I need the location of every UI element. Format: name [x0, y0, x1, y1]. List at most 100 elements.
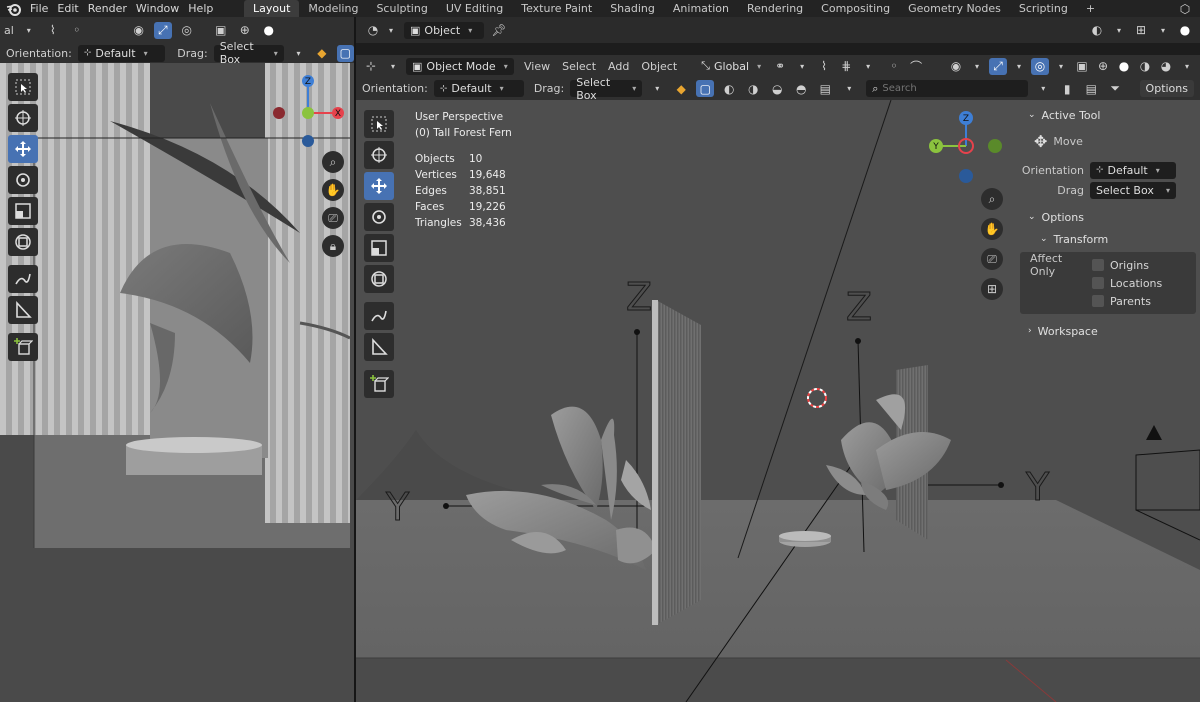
neg-x-axis-handle[interactable]	[273, 107, 285, 119]
chevron-down-icon[interactable]: ▾	[968, 58, 986, 75]
chevron-down-icon[interactable]: ▾	[290, 45, 307, 62]
snap-icon[interactable]: ⌇	[815, 58, 833, 75]
transform-tool[interactable]	[8, 228, 38, 256]
options-dropdown[interactable]: Options	[1139, 80, 1194, 97]
drag-dropdown[interactable]: Select Box ▾	[570, 76, 643, 102]
snap-icon[interactable]: ⌇	[44, 22, 62, 39]
xray-icon[interactable]: ▣	[212, 22, 230, 39]
select-extend-icon[interactable]: ◐	[720, 80, 738, 97]
tab-compositing[interactable]: Compositing	[812, 0, 899, 17]
menu-object[interactable]: Object	[641, 60, 677, 73]
left-navigation-gizmo[interactable]: Z X	[268, 73, 352, 157]
xray-icon[interactable]: ▣	[1073, 58, 1091, 75]
object-dropdown[interactable]: ▣ Object ▾	[404, 21, 484, 39]
falloff-icon[interactable]: ⌒	[907, 58, 925, 75]
menu-help[interactable]: Help	[188, 2, 222, 15]
zoom-icon[interactable]: ⌕	[322, 151, 344, 173]
pin-icon[interactable]: 📌︎	[490, 22, 508, 39]
chevron-down-icon[interactable]: ▾	[859, 58, 877, 75]
cursor-tool[interactable]	[8, 104, 38, 132]
scene-icon[interactable]: ⬡	[1176, 0, 1194, 17]
menu-render[interactable]: Render	[88, 2, 136, 15]
gizmo-toggle-icon[interactable]: ⤢	[989, 57, 1007, 75]
gizmo-toggle-icon[interactable]: ⤢	[153, 21, 172, 39]
filter-icon[interactable]: ◐	[1088, 22, 1106, 39]
chevron-down-icon[interactable]: ▾	[1110, 22, 1128, 39]
scale-tool[interactable]	[364, 234, 394, 262]
rotate-tool[interactable]	[8, 166, 38, 194]
annotate-tool[interactable]	[364, 302, 394, 330]
tab-scripting[interactable]: Scripting	[1010, 0, 1077, 17]
transform-orientation-dropdown[interactable]: ⤡ Global ▾	[695, 58, 767, 75]
chevron-down-icon[interactable]: ▾	[1010, 58, 1028, 75]
transform-subsection-header[interactable]: ⌄ Transform	[1020, 228, 1196, 250]
editor-type-icon[interactable]: ⊹	[362, 58, 380, 75]
shading-rendered-icon[interactable]: ◕	[1157, 58, 1175, 75]
tab-modeling[interactable]: Modeling	[299, 0, 367, 17]
cursor-tool[interactable]	[364, 141, 394, 169]
neg-y-axis-handle[interactable]	[988, 139, 1002, 153]
menu-edit[interactable]: Edit	[57, 2, 87, 15]
move-tool[interactable]	[364, 172, 394, 200]
menu-view[interactable]: View	[524, 60, 550, 73]
select-intersect-icon[interactable]: ◓	[792, 80, 810, 97]
tab-uv-editing[interactable]: UV Editing	[437, 0, 512, 17]
menu-file[interactable]: File	[30, 2, 57, 15]
pan-hand-icon[interactable]: ✋	[981, 218, 1003, 240]
chevron-down-icon[interactable]: ▾	[20, 22, 38, 39]
drag-dropdown[interactable]: Select Box ▾	[1090, 181, 1176, 199]
active-tool-header[interactable]: ⌄ Active Tool	[1020, 104, 1196, 126]
move-tool[interactable]	[8, 135, 38, 163]
pivot-icon[interactable]: ⚭	[771, 58, 789, 75]
shading-solid-icon[interactable]: ●	[1115, 58, 1133, 75]
neg-z-axis-handle[interactable]	[302, 135, 314, 147]
shading-wire-icon[interactable]: ⊕	[236, 22, 254, 39]
main-navigation-gizmo[interactable]: Z Y	[926, 108, 1010, 192]
locations-checkbox[interactable]	[1092, 277, 1104, 289]
tab-layout[interactable]: Layout	[244, 0, 300, 17]
chevron-down-icon[interactable]: ▾	[793, 58, 811, 75]
selectability-icon[interactable]: ◆	[672, 80, 690, 97]
chevron-down-icon[interactable]: ▾	[382, 22, 400, 39]
select-invert-icon[interactable]: ◒	[768, 80, 786, 97]
proportional-edit-icon[interactable]: ◦	[68, 22, 86, 39]
pan-hand-icon[interactable]: ✋	[322, 179, 344, 201]
snap-target-icon[interactable]: ⋕	[837, 58, 855, 75]
chevron-down-icon[interactable]: ▾	[1154, 22, 1172, 39]
tab-animation[interactable]: Animation	[664, 0, 738, 17]
menu-window[interactable]: Window	[136, 2, 188, 15]
scale-tool[interactable]	[8, 197, 38, 225]
drag-dropdown[interactable]: Select Box ▾	[213, 40, 284, 66]
keying-set-icon[interactable]: ▤	[816, 80, 834, 97]
shading-material-icon[interactable]: ◑	[1136, 58, 1154, 75]
parents-checkbox[interactable]	[1092, 295, 1104, 307]
orientation-dropdown[interactable]: ⊹ Default ▾	[1090, 161, 1176, 179]
select-box-tool[interactable]	[8, 73, 38, 101]
chevron-down-icon[interactable]: ▾	[1034, 80, 1052, 97]
tab-sculpting[interactable]: Sculpting	[367, 0, 436, 17]
measure-tool[interactable]	[8, 296, 38, 324]
neg-z-axis-handle[interactable]	[959, 169, 973, 183]
tab-geometry-nodes[interactable]: Geometry Nodes	[899, 0, 1010, 17]
camera-view-icon[interactable]: ⎚	[981, 248, 1003, 270]
menu-select[interactable]: Select	[562, 60, 596, 73]
camera-view-icon[interactable]: ⎚	[322, 207, 344, 229]
select-box-tool[interactable]	[364, 110, 394, 138]
bookmark-icon[interactable]: ▮	[1058, 80, 1076, 97]
y-axis-handle[interactable]	[302, 107, 314, 119]
select-mode-icon[interactable]: ▢	[336, 44, 355, 62]
grid-icon[interactable]: ⊞	[1132, 22, 1150, 39]
proportional-edit-icon[interactable]: ◦	[885, 58, 903, 75]
tab-rendering[interactable]: Rendering	[738, 0, 812, 17]
layout-icon[interactable]: ▤	[1082, 80, 1100, 97]
visibility-icon[interactable]: ◉	[130, 22, 148, 39]
rotate-tool[interactable]	[364, 203, 394, 231]
select-new-icon[interactable]: ▢	[696, 80, 715, 97]
mode-dropdown[interactable]: ▣ Object Mode ▾	[406, 57, 514, 75]
visibility-icon[interactable]: ◉	[947, 58, 965, 75]
shading-wire-icon[interactable]: ⊕	[1094, 58, 1112, 75]
tab-shading[interactable]: Shading	[601, 0, 664, 17]
chevron-down-icon[interactable]: ▾	[648, 80, 666, 97]
select-subtract-icon[interactable]: ◑	[744, 80, 762, 97]
chevron-down-icon[interactable]: ▾	[1178, 58, 1196, 75]
